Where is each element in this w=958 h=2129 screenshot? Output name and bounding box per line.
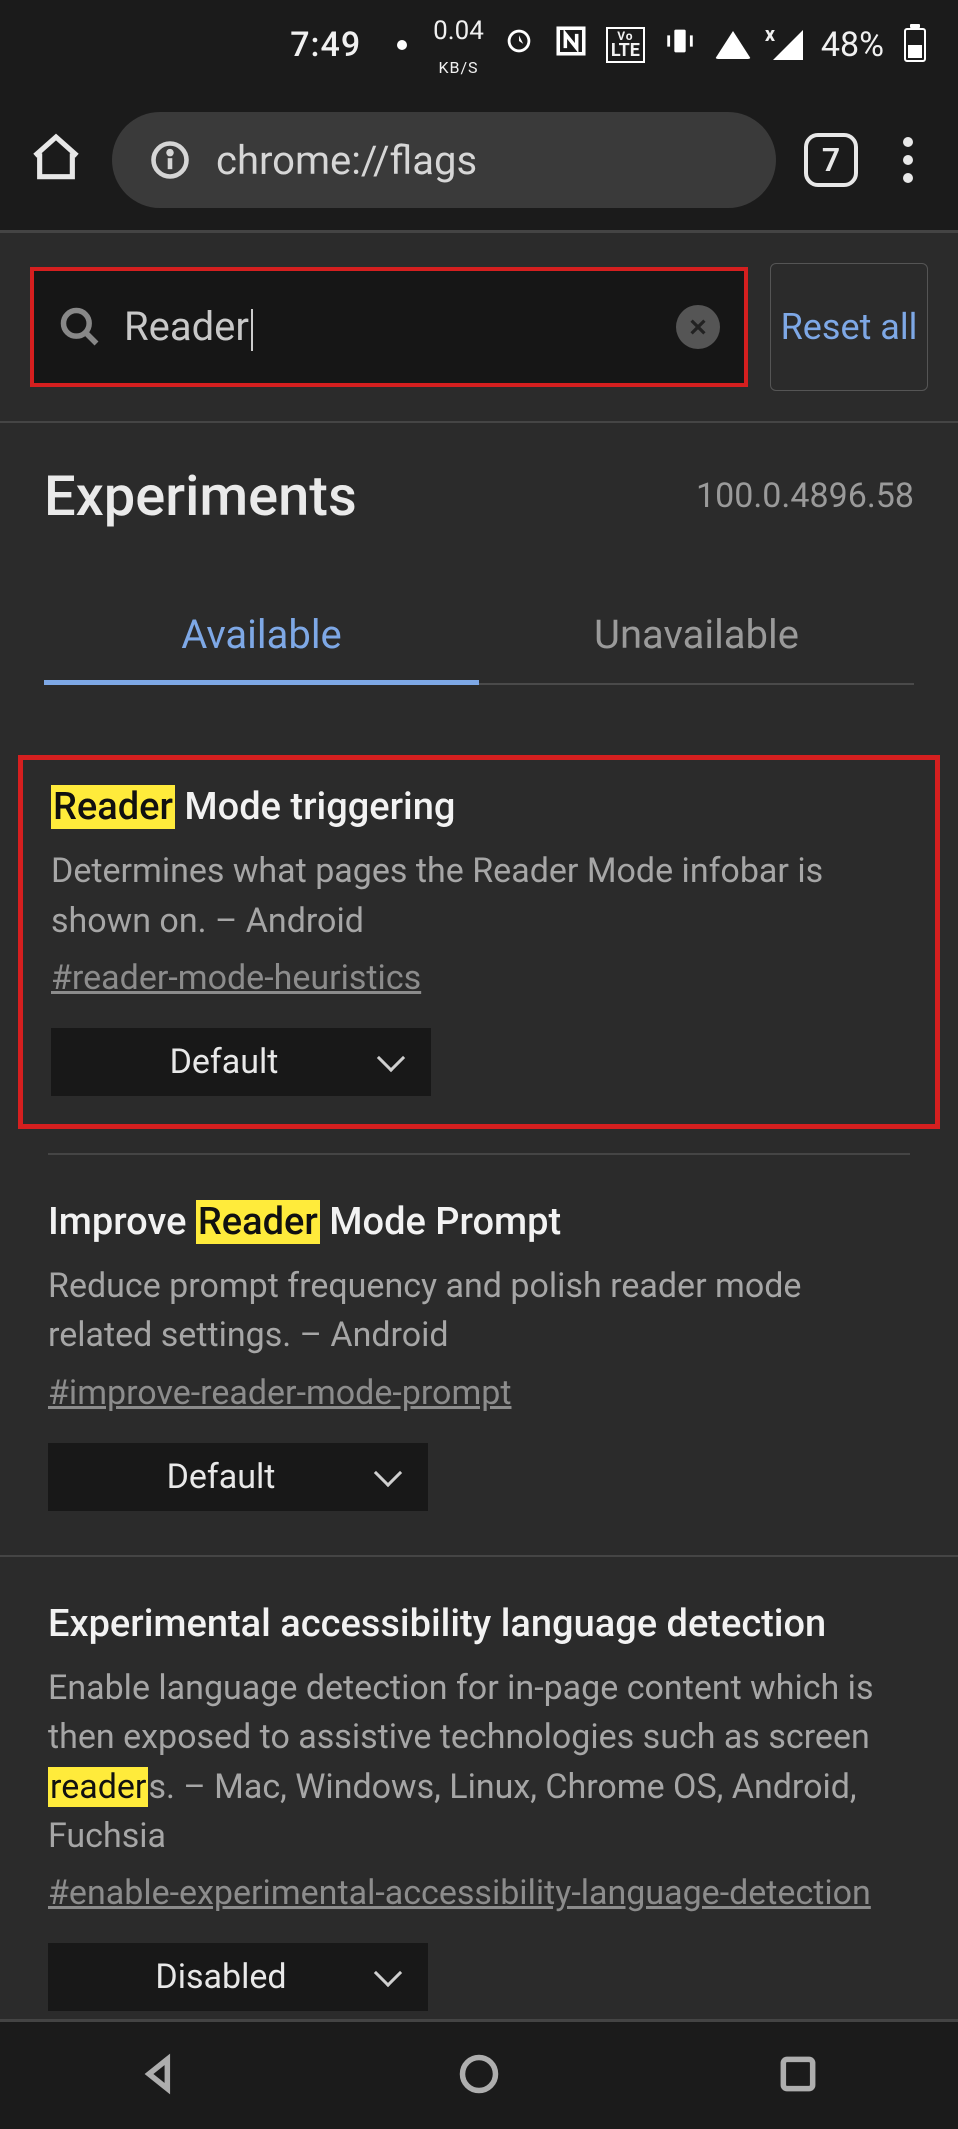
chrome-version: 100.0.4896.58 <box>696 476 914 516</box>
info-icon <box>148 138 192 182</box>
flag-description: Reduce prompt frequency and polish reade… <box>48 1262 910 1361</box>
battery-icon <box>904 28 926 62</box>
flag-title: Experimental accessibility language dete… <box>48 1599 910 1650</box>
wifi-icon <box>715 31 751 59</box>
alarm-icon <box>502 24 536 67</box>
flag-entry: Experimental accessibility language dete… <box>0 1557 958 2057</box>
back-button[interactable] <box>138 2052 182 2100</box>
tab-switcher-button[interactable]: 7 <box>804 133 858 187</box>
search-value: Reader <box>124 303 654 350</box>
network-speed-indicator: 0.04 KB/S <box>433 11 484 79</box>
browser-toolbar: chrome://flags 7 <box>0 90 958 230</box>
flag-dropdown[interactable]: Disabled <box>48 1943 428 2011</box>
chevron-down-icon <box>374 1959 402 1987</box>
reset-all-button[interactable]: Reset all <box>770 263 928 391</box>
dropdown-value: Disabled <box>155 1957 286 1997</box>
volte-icon: Vo LTE <box>606 27 645 63</box>
tab-available[interactable]: Available <box>44 589 479 685</box>
flags-search-row: Reader Reset all <box>0 233 958 421</box>
url-text: chrome://flags <box>216 137 477 184</box>
clear-search-button[interactable] <box>676 305 720 349</box>
home-button-system[interactable] <box>457 2052 501 2100</box>
close-icon <box>687 316 709 338</box>
text-caret <box>251 309 253 351</box>
dropdown-value: Default <box>167 1457 276 1497</box>
status-bar: 7:49 0.04 KB/S Vo LTE x 48% <box>0 0 958 90</box>
flag-entry: Reader Mode triggering Determines what p… <box>18 755 940 1129</box>
page-title: Experiments <box>44 463 357 529</box>
recents-button[interactable] <box>776 2052 820 2100</box>
vibrate-icon <box>663 24 697 67</box>
flag-anchor[interactable]: #enable-experimental-accessibility-langu… <box>48 1873 871 1913</box>
omnibox[interactable]: chrome://flags <box>112 112 776 208</box>
flag-anchor[interactable]: #improve-reader-mode-prompt <box>48 1373 511 1413</box>
nfc-icon <box>554 24 588 67</box>
flag-description: Enable language detection for in-page co… <box>48 1664 910 1861</box>
system-nav-bar <box>0 2019 958 2129</box>
flags-page: Reader Reset all Experiments 100.0.4896.… <box>0 233 958 2057</box>
flag-dropdown[interactable]: Default <box>48 1443 428 1511</box>
tab-unavailable[interactable]: Unavailable <box>479 589 914 683</box>
search-icon <box>58 305 102 349</box>
status-time: 7:49 <box>290 25 361 65</box>
battery-percent: 48% <box>821 25 884 65</box>
flag-description: Determines what pages the Reader Mode in… <box>51 847 907 946</box>
flag-entry: Improve Reader Mode Prompt Reduce prompt… <box>0 1155 958 1557</box>
cellular-signal-icon: x <box>769 30 803 60</box>
dot-separator-icon <box>397 40 407 50</box>
flag-anchor[interactable]: #reader-mode-heuristics <box>51 958 421 998</box>
flag-title: Improve Reader Mode Prompt <box>48 1197 910 1248</box>
flag-title: Reader Mode triggering <box>51 782 907 833</box>
home-button[interactable] <box>28 130 84 190</box>
chevron-down-icon <box>374 1459 402 1487</box>
flags-search-input[interactable]: Reader <box>30 267 748 387</box>
flag-dropdown[interactable]: Default <box>51 1028 431 1096</box>
overflow-menu-button[interactable] <box>886 137 930 183</box>
flags-tabs: Available Unavailable <box>44 589 914 685</box>
dropdown-value: Default <box>170 1042 279 1082</box>
chevron-down-icon <box>377 1044 405 1072</box>
page-header: Experiments 100.0.4896.58 <box>0 423 958 589</box>
